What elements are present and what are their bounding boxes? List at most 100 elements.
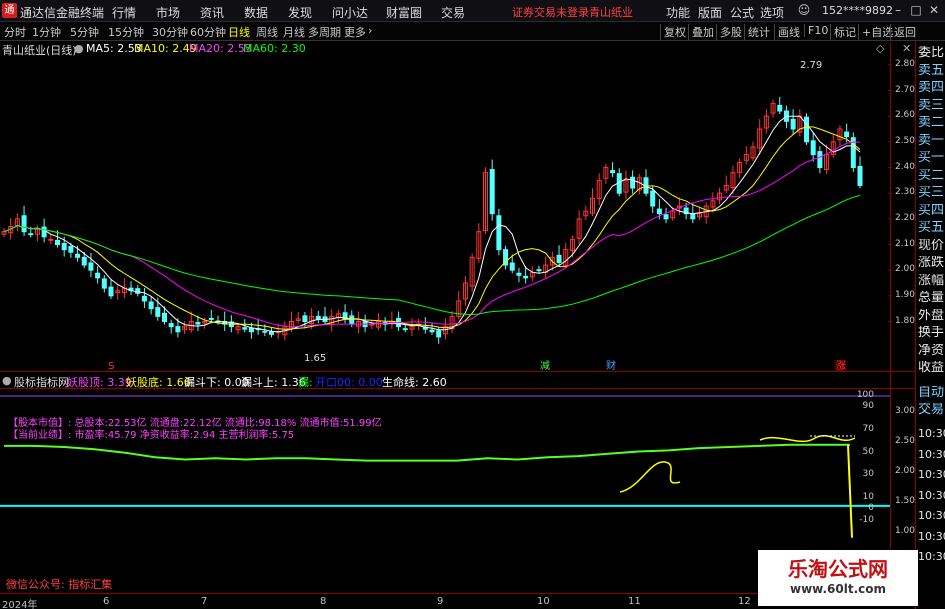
ma60-line xyxy=(3,194,861,316)
quote-label: 涨跌 xyxy=(918,256,945,269)
signal-s_mark: S xyxy=(108,361,114,372)
quote-label: 卖二 xyxy=(918,116,945,129)
price-tick: 2.50 xyxy=(894,135,915,146)
candle-body xyxy=(248,327,254,333)
candle-body xyxy=(315,315,321,320)
candle-body xyxy=(857,165,863,186)
kaikou-value: 开口00: 0.00 xyxy=(315,376,383,389)
candle-body xyxy=(175,326,181,333)
watermark-banner: 乐淘公式网 www.60lt.com xyxy=(758,550,918,606)
funnel-curve xyxy=(619,461,681,493)
quote-label: 卖五 xyxy=(918,63,945,77)
low-price-label: 1.65 xyxy=(304,353,326,364)
trade-time: 10:30 xyxy=(918,529,945,543)
watermark-title: 乐淘公式网 xyxy=(788,557,888,581)
quote-label: 现价 xyxy=(918,238,945,252)
indicator-tick: 70 xyxy=(862,424,874,434)
ma10-line xyxy=(3,126,861,330)
candle-body xyxy=(610,170,616,174)
quote-label: 买五 xyxy=(918,221,945,234)
candle-body xyxy=(349,315,355,325)
quote-label: 换手 xyxy=(918,326,945,339)
fund-line-performance: 【当前业绩】: 市盈率:45.79 净资收益率:2.94 主营利润率:5.75 xyxy=(8,430,295,441)
indicator-price-tick: 1.50 xyxy=(894,496,915,506)
candle-body xyxy=(48,238,54,241)
candle-body xyxy=(55,239,60,245)
candle-body xyxy=(302,315,308,322)
trade-time: 10:30 xyxy=(918,550,945,563)
indicator-name: 股标指标网 xyxy=(14,376,69,389)
price-tick: 2.70 xyxy=(894,84,915,95)
quote-label: 净资 xyxy=(918,343,945,357)
loudou-up-value: 漏斗上: 1.36 xyxy=(241,376,306,389)
yao-top-value: 妖股顶: 3.39 xyxy=(67,376,132,389)
candle-body xyxy=(262,330,268,333)
fund-line-capital: 【股本市值】: 总股本:22.53亿 流通盘:22.12亿 流通比:98.18%… xyxy=(8,418,382,429)
high-price-label: 2.79 xyxy=(800,60,822,71)
life-line xyxy=(4,443,850,462)
quote-label: 外盘 xyxy=(918,308,945,322)
indicator-tick: 50 xyxy=(862,446,874,457)
candle-body xyxy=(242,327,248,330)
panel-tab[interactable]: 交易 xyxy=(918,403,945,416)
indicator-tick: 30 xyxy=(862,469,874,480)
signal-cai_mark: 财 xyxy=(606,359,616,372)
quote-label: 买一 xyxy=(918,151,945,164)
candle-body xyxy=(88,262,94,271)
trade-time: 10:30 xyxy=(918,488,945,502)
trade-time: 10:30 xyxy=(918,427,945,440)
candle-body xyxy=(75,253,81,258)
indicator-price-tick: 2.50 xyxy=(894,436,915,446)
fundamentals-box: 【股本市值】: 总股本:22.53亿 流通盘:22.12亿 流通比:98.18%… xyxy=(8,418,382,442)
date-label: 7 xyxy=(201,596,208,607)
quote-label: 卖四 xyxy=(918,81,945,94)
date-label: 8 xyxy=(320,596,327,607)
quote-label: 买四 xyxy=(918,203,945,217)
date-label: 11 xyxy=(628,596,641,607)
date-label: 10 xyxy=(537,596,550,607)
candle-body xyxy=(436,330,442,338)
indicator-tick: 90 xyxy=(862,401,874,412)
candle-body xyxy=(810,140,816,156)
candle-body xyxy=(429,329,435,333)
kline-chart[interactable]: 1.65 2.79 S 减 财 涨 xyxy=(0,0,915,609)
indicator-price-tick: 1.00 xyxy=(894,526,915,536)
candle-body xyxy=(148,301,154,310)
quote-label: 委比 xyxy=(918,46,945,59)
watermark-url: www.60lt.com xyxy=(789,582,887,596)
price-tick: 2.10 xyxy=(894,238,915,249)
candle-body xyxy=(663,214,669,220)
price-tick: 2.60 xyxy=(894,110,915,121)
date-label: 12 xyxy=(738,596,751,607)
date-label: 6 xyxy=(103,596,110,607)
indicator-price-tick: 2.00 xyxy=(894,466,915,476)
ma5-line xyxy=(3,115,861,333)
candle-body xyxy=(844,131,850,138)
candle-body xyxy=(68,246,74,253)
funnel-curve xyxy=(759,435,856,443)
quote-label: 涨幅 xyxy=(918,273,945,287)
candle-body xyxy=(108,286,114,297)
indicator-dot-icon[interactable]: ● xyxy=(2,374,12,387)
candle-body xyxy=(101,278,107,289)
drop-line xyxy=(847,444,853,538)
price-tick: 2.00 xyxy=(894,264,915,275)
ma20-line xyxy=(3,141,860,327)
candle-body xyxy=(656,208,662,215)
candle-body xyxy=(556,254,562,263)
indicator-tick: -10 xyxy=(859,514,874,525)
indicator-price-tick: 3.00 xyxy=(894,406,915,416)
yao-bottom-value: 妖股底: 1.66 xyxy=(126,376,191,389)
candle-body xyxy=(95,272,101,279)
panel-tab[interactable]: 自动 xyxy=(918,386,945,399)
lou-value: 漏: xyxy=(298,376,313,389)
candle-body xyxy=(269,331,274,335)
indicator-tick: 100 xyxy=(856,390,874,400)
date-label: 9 xyxy=(437,596,444,607)
price-tick: 2.30 xyxy=(894,187,915,198)
price-tick: 1.80 xyxy=(894,315,915,326)
close-icon[interactable]: ✕ xyxy=(926,2,942,18)
quote-label: 总量 xyxy=(918,291,945,304)
life-line-value: 生命线: 2.60 xyxy=(382,376,447,389)
signal-jian_mark: 减 xyxy=(540,360,550,372)
